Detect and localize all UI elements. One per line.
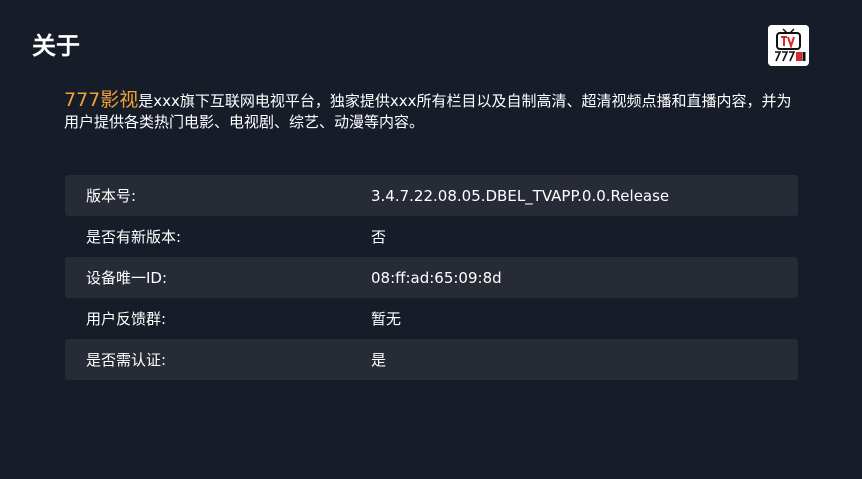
info-row-version: 版本号: 3.4.7.22.08.05.DBEL_TVAPP.0.0.Relea…: [65, 175, 798, 216]
info-table: 版本号: 3.4.7.22.08.05.DBEL_TVAPP.0.0.Relea…: [65, 175, 798, 380]
info-label: 用户反馈群:: [86, 310, 167, 328]
info-row-new-version: 是否有新版本: 否: [65, 216, 798, 257]
info-row-device-id: 设备唯一ID: 08:ff:ad:65:09:8d: [65, 257, 798, 298]
app-logo-icon: [768, 25, 809, 66]
info-row-feedback-group: 用户反馈群: 暂无: [65, 298, 798, 339]
info-row-auth-required: 是否需认证: 是: [65, 339, 798, 380]
info-label: 版本号:: [86, 187, 137, 205]
info-value: 3.4.7.22.08.05.DBEL_TVAPP.0.0.Release: [371, 186, 670, 205]
page-title: 关于: [32, 32, 80, 60]
intro-paragraph: 777影视是xxx旗下互联网电视平台，独家提供xxx所有栏目以及自制高清、超清视…: [64, 90, 794, 133]
intro-text: 是xxx旗下互联网电视平台，独家提供xxx所有栏目以及自制高清、超清视频点播和直…: [64, 92, 792, 131]
info-label: 是否需认证:: [86, 351, 167, 369]
info-label: 设备唯一ID:: [86, 269, 168, 287]
info-value: 暂无: [371, 310, 402, 328]
info-label: 是否有新版本:: [86, 228, 182, 246]
info-value: 是: [371, 351, 387, 369]
tv-logo-icon: [768, 25, 809, 66]
brand-name: 777影视: [64, 89, 139, 111]
info-value: 08:ff:ad:65:09:8d: [371, 268, 502, 287]
info-value: 否: [371, 228, 387, 246]
